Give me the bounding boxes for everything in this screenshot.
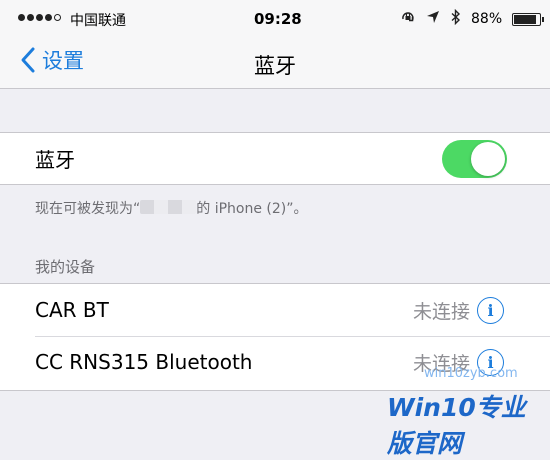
signal-dot bbox=[27, 14, 34, 21]
device-row[interactable]: CAR BT 未连接 i bbox=[0, 284, 550, 336]
battery-percentage: 88% bbox=[471, 11, 503, 27]
status-bar: 中国联通 09:28 88% bbox=[0, 0, 550, 38]
carrier-name: 中国联通 bbox=[70, 13, 126, 29]
bluetooth-toggle-row: 蓝牙 bbox=[0, 133, 550, 184]
watermark-logo: Win10专业版官网 bbox=[387, 393, 526, 458]
status-icons: 88% bbox=[400, 8, 545, 29]
info-icon[interactable]: i bbox=[477, 296, 504, 324]
bluetooth-group: 蓝牙 bbox=[0, 132, 550, 185]
navigation-bar: 设置 蓝牙 bbox=[0, 38, 550, 89]
switch-knob bbox=[471, 142, 505, 176]
status-time: 09:28 bbox=[254, 10, 302, 28]
device-name: CC RNS315 Bluetooth bbox=[35, 350, 253, 374]
battery-icon bbox=[512, 12, 545, 26]
watermark-url: win10zyb.com bbox=[424, 366, 518, 381]
my-devices-header: 我的设备 bbox=[35, 258, 96, 276]
signal-dot-empty bbox=[54, 14, 61, 21]
location-arrow-icon bbox=[426, 10, 440, 28]
orientation-lock-icon bbox=[400, 9, 416, 29]
bluetooth-label: 蓝牙 bbox=[35, 148, 75, 172]
battery-fill bbox=[514, 14, 537, 24]
signal-dot bbox=[36, 14, 43, 21]
page-title: 蓝牙 bbox=[254, 54, 296, 78]
discoverable-suffix: 的 iPhone (2)”。 bbox=[196, 201, 308, 217]
bluetooth-switch[interactable] bbox=[442, 140, 507, 178]
signal-strength-indicator bbox=[18, 14, 61, 21]
signal-dot bbox=[18, 14, 25, 21]
discoverable-note: 现在可被发现为“ 的 iPhone (2)”。 bbox=[35, 198, 308, 218]
discoverable-prefix: 现在可被发现为“ bbox=[35, 201, 141, 217]
device-status: 未连接 bbox=[412, 300, 470, 323]
device-name: CAR BT bbox=[35, 298, 109, 322]
signal-dot bbox=[45, 14, 52, 21]
redacted-device-name bbox=[140, 200, 197, 214]
bluetooth-icon bbox=[450, 8, 461, 29]
